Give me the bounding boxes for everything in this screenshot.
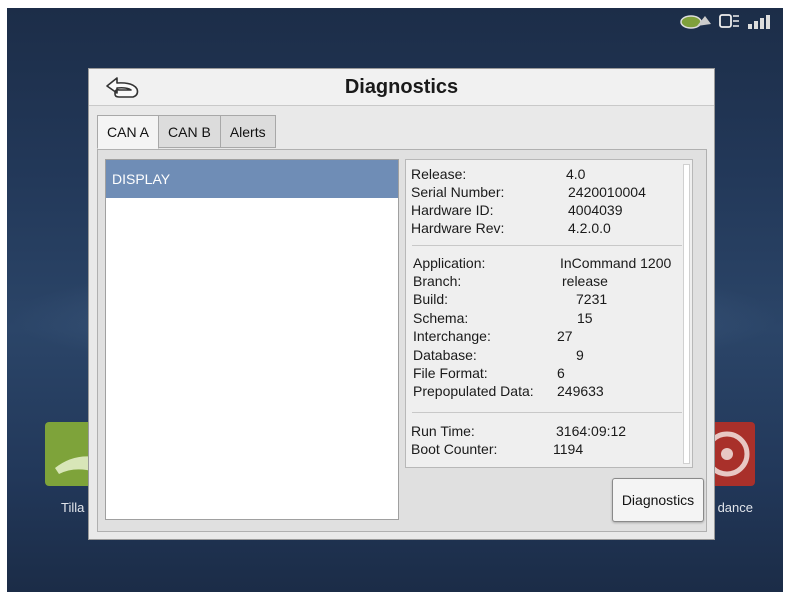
diagnostics-button[interactable]: Diagnostics: [612, 478, 704, 522]
info-value: 4004039: [568, 202, 623, 218]
info-label: File Format:: [413, 365, 488, 381]
info-value: InCommand 1200: [560, 255, 672, 271]
device-item-display[interactable]: DISPLAY: [106, 160, 398, 198]
info-value: 9: [576, 347, 584, 363]
info-value: release: [562, 273, 608, 289]
info-value: 249633: [557, 383, 604, 399]
info-label: Interchange:: [413, 328, 491, 344]
info-value: 3164:09:12: [556, 423, 627, 439]
status-bar: [679, 12, 775, 35]
info-value: 1194: [553, 441, 584, 457]
info-label: Schema:: [413, 310, 469, 326]
info-value: 27: [557, 328, 573, 344]
tab-content: DISPLAY Release: 4.0 Serial Number: 2420…: [97, 149, 707, 532]
dialog-title: Diagnostics: [344, 76, 459, 98]
guidance-app-label: dance: [717, 500, 753, 515]
guidance-status-icon[interactable]: [679, 12, 713, 35]
tab-can-b[interactable]: CAN B: [158, 115, 221, 148]
device-info-panel[interactable]: Release: 4.0 Serial Number: 2420010004 H…: [405, 159, 693, 468]
dialog-header: Diagnostics: [89, 69, 714, 106]
info-value: 6: [557, 365, 565, 381]
info-label: Release:: [411, 166, 467, 182]
info-label: Build:: [413, 291, 449, 307]
info-label: Run Time:: [411, 423, 475, 439]
info-value: 15: [577, 310, 593, 326]
info-label: Serial Number:: [411, 184, 505, 200]
info-value: 4.2.0.0: [568, 220, 611, 236]
info-value: 7231: [576, 291, 608, 307]
tab-bar: CAN A CAN B Alerts: [97, 115, 276, 149]
info-label: Hardware Rev:: [411, 220, 505, 236]
info-label: Branch:: [413, 273, 462, 289]
section-divider: [412, 412, 682, 413]
info-scrollbar[interactable]: [683, 164, 690, 464]
signal-strength-icon[interactable]: [747, 12, 775, 35]
info-value: 2420010004: [568, 184, 646, 200]
display-status-icon[interactable]: [719, 12, 741, 35]
info-label: Prepopulated Data:: [413, 383, 534, 399]
diagnostics-dialog: Diagnostics CAN A CAN B Alerts DISPLAY R…: [88, 68, 715, 540]
info-label: Hardware ID:: [411, 202, 494, 218]
info-label: Boot Counter:: [411, 441, 498, 457]
info-label: Application:: [413, 255, 486, 271]
tillage-app-label: Tilla: [61, 500, 85, 515]
info-value: 4.0: [566, 166, 586, 182]
info-label: Database:: [413, 347, 477, 363]
tab-alerts[interactable]: Alerts: [219, 115, 276, 148]
tab-can-a[interactable]: CAN A: [97, 115, 160, 149]
device-list[interactable]: DISPLAY: [105, 159, 399, 520]
section-divider: [412, 245, 682, 246]
